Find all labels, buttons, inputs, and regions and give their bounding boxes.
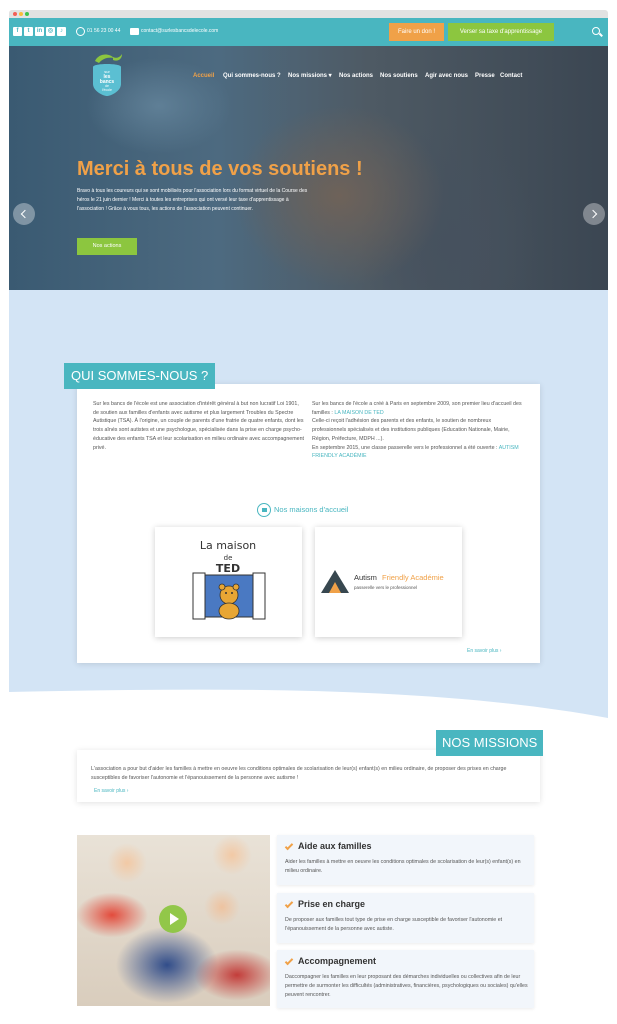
- about-right-p2: Celle-ci reçoit l'adhésion des parents e…: [312, 418, 510, 442]
- top-bar: f t in ◎ ♪ 01 56 23 00 44 contact@surles…: [9, 18, 608, 46]
- linkedin-icon[interactable]: in: [35, 27, 44, 36]
- missions-read-more-link[interactable]: En savoir plus ›: [94, 788, 128, 794]
- nav-agir-avec-nous[interactable]: Agir avec nous: [425, 71, 468, 81]
- nav-nos-missions[interactable]: Nos missions ▾: [288, 71, 332, 81]
- tiktok-icon[interactable]: ♪: [57, 27, 66, 36]
- maisons-heading-text: Nos maisons d'accueil: [274, 505, 349, 514]
- maison-de-ted-logo: La maison de TED: [192, 539, 266, 620]
- nav-accueil[interactable]: Accueil: [193, 71, 214, 81]
- browser-window-bar: [9, 10, 608, 18]
- chevron-down-icon: ▾: [327, 73, 332, 79]
- mission-box-text: Aider les familles à mettre en oeuvre le…: [285, 859, 521, 874]
- apprenticeship-tax-button[interactable]: Verser sa taxe d'apprentissage: [448, 23, 554, 41]
- mission-box-title: Aide aux familles: [298, 841, 372, 851]
- donate-button[interactable]: Faire un don !: [389, 23, 444, 41]
- house-icon: [257, 503, 271, 517]
- about-section-title: QUI SOMMES-NOUS ?: [64, 363, 216, 389]
- nav-presse[interactable]: Presse: [475, 71, 495, 81]
- nav-nos-actions[interactable]: Nos actions: [339, 71, 373, 81]
- nav-contact[interactable]: Contact: [500, 71, 522, 81]
- mission-box-accompagnement: Accompagnement Daccompagner les familles…: [277, 950, 534, 1008]
- about-card: Sur les bancs de l'école est une associa…: [77, 384, 540, 663]
- minimize-window-dot[interactable]: [19, 12, 23, 16]
- facebook-icon[interactable]: f: [13, 27, 22, 36]
- about-left-column: Sur les bancs de l'école est une associa…: [93, 401, 305, 451]
- check-icon: [284, 899, 294, 909]
- maximize-window-dot[interactable]: [25, 12, 29, 16]
- slider-prev-arrow-icon[interactable]: [13, 203, 35, 225]
- missions-section-title: NOS MISSIONS: [436, 730, 544, 756]
- academie-logo-name-a: Autism: [354, 573, 377, 582]
- about-right-column: Sur les bancs de l'école a créé à Paris …: [312, 400, 524, 461]
- nav-qui-sommes-nous[interactable]: Qui sommes-nous ?: [223, 71, 281, 81]
- check-icon: [284, 956, 294, 966]
- missions-card: L'association a pour but d'aider les fam…: [77, 750, 540, 802]
- play-icon[interactable]: [159, 905, 187, 933]
- autism-friendly-academie-logo: Autism Friendly Académie passerelle vers…: [321, 570, 444, 593]
- logo-line-5: l'école: [102, 88, 112, 92]
- maison-de-ted-link[interactable]: LA MAISON DE TED: [334, 410, 383, 416]
- nav-nos-missions-label: Nos missions: [288, 73, 328, 79]
- mission-box-text: Daccompagner les familles en leur propos…: [285, 974, 528, 998]
- mission-box-title: Prise en charge: [298, 899, 366, 909]
- missions-text: L'association a pour but d'aider les fam…: [91, 766, 507, 781]
- about-read-more-link[interactable]: En savoir plus ›: [467, 648, 501, 654]
- maison-logo-line3: TED: [216, 562, 240, 575]
- mission-box-text: De proposer aux familles tout type de pr…: [285, 917, 503, 932]
- mail-icon: [130, 28, 139, 35]
- maison-de-ted-card[interactable]: La maison de TED: [155, 527, 302, 637]
- hero-actions-button[interactable]: Nos actions: [77, 238, 137, 255]
- academie-logo-name-b: Friendly Académie: [382, 573, 444, 582]
- search-icon[interactable]: [592, 27, 600, 35]
- main-navigation: Accueil Qui sommes-nous ? Nos missions ▾…: [9, 71, 608, 81]
- phone-number[interactable]: 01 56 23 00 44: [87, 27, 120, 36]
- phone-icon: [76, 27, 85, 36]
- autism-friendly-academie-card[interactable]: Autism Friendly Académie passerelle vers…: [315, 527, 462, 637]
- about-right-p3: En septembre 2015, une classe passerelle…: [312, 444, 498, 451]
- slider-next-arrow-icon[interactable]: [583, 203, 605, 225]
- academie-logo-tagline: passerelle vers le professionnel: [354, 585, 417, 590]
- twitter-icon[interactable]: t: [24, 27, 33, 36]
- mission-box-prise-en-charge: Prise en charge De proposer aux familles…: [277, 893, 534, 943]
- maison-logo-line2: de: [224, 554, 233, 562]
- hero-title: Merci à tous de vos soutiens !: [77, 158, 363, 180]
- missions-video-thumbnail[interactable]: [77, 835, 270, 1006]
- nav-nos-soutiens[interactable]: Nos soutiens: [380, 71, 418, 81]
- hero-text: Bravo à tous les coureurs qui se sont mo…: [77, 188, 308, 212]
- instagram-icon[interactable]: ◎: [46, 27, 55, 36]
- close-window-dot[interactable]: [13, 12, 17, 16]
- hero-slider: sur les bancs de l'école Accueil Qui som…: [9, 46, 608, 326]
- mission-box-aide: Aide aux familles Aider les familles à m…: [277, 835, 534, 885]
- email-address[interactable]: contact@surlesbancsdelecole.com: [141, 27, 218, 36]
- maisons-heading: Nos maisons d'accueil: [257, 503, 387, 517]
- mission-box-title: Accompagnement: [298, 956, 377, 966]
- check-icon: [284, 841, 294, 851]
- maison-logo-line1: La maison: [200, 539, 256, 552]
